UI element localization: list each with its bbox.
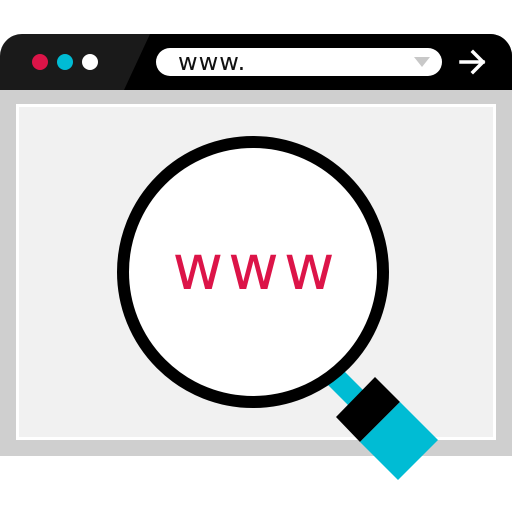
lens-www-text: www bbox=[172, 231, 340, 304]
browser-illustration: www. www bbox=[0, 0, 512, 512]
